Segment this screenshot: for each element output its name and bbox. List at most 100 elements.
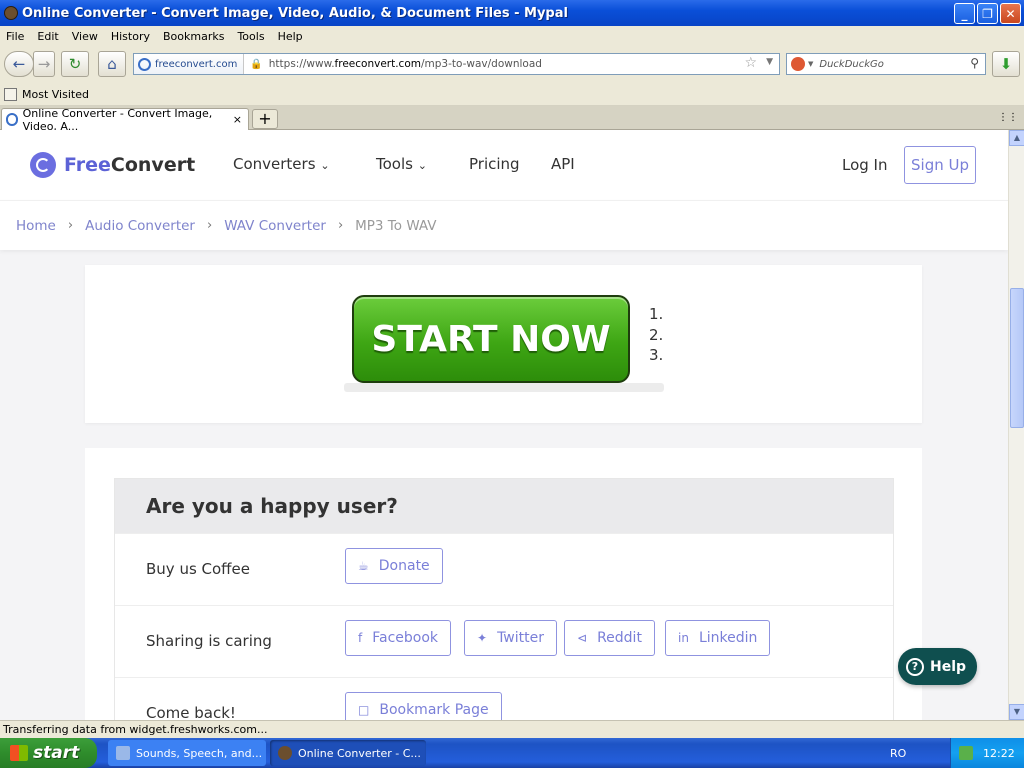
menu-tools[interactable]: Tools xyxy=(237,30,264,43)
bookmark-page-button[interactable]: □ Bookmark Page xyxy=(345,692,502,720)
start-label: start xyxy=(33,743,80,763)
list-item: 2. xyxy=(649,325,664,344)
scrollbar-thumb[interactable] xyxy=(1010,288,1024,428)
sharing-row: Sharing is caring f Facebook ✦ Twitter ⊲ Re… xyxy=(115,605,893,677)
site-identity[interactable]: freeconvert.com xyxy=(134,54,245,74)
facebook-share-button[interactable]: f Facebook xyxy=(345,620,452,656)
scroll-up-icon[interactable]: ▲ xyxy=(1009,130,1024,146)
coffee-cup-icon: ☕ xyxy=(358,559,369,573)
menu-view[interactable]: View xyxy=(72,30,98,43)
happy-user-card: Are you a happy user? Buy us Coffee ☕ Don… xyxy=(85,448,922,720)
globe-icon xyxy=(138,57,151,71)
help-widget-button[interactable]: ? Help xyxy=(898,648,977,685)
twitter-share-button[interactable]: ✦ Twitter xyxy=(464,620,557,656)
logo-text: FreeConvert xyxy=(64,154,195,176)
back-arrow-icon: ← xyxy=(12,55,26,73)
duckduckgo-icon[interactable] xyxy=(791,57,805,71)
happy-user-panel: Are you a happy user? Buy us Coffee ☕ Don… xyxy=(114,478,894,720)
url-path: /mp3-to-wav/download xyxy=(420,58,542,70)
nav-converters[interactable]: Converters ⌄ xyxy=(233,155,330,173)
menu-history[interactable]: History xyxy=(111,30,150,43)
linkedin-share-button[interactable]: in Linkedin xyxy=(665,620,771,656)
nav-api[interactable]: API xyxy=(551,155,575,173)
taskbar-item-label: Online Converter - C... xyxy=(298,746,421,760)
taskbar-item-online-converter[interactable]: Online Converter - C... xyxy=(270,740,426,766)
reload-button[interactable]: ↻ xyxy=(61,51,89,77)
share-icon: ⊲ xyxy=(577,631,588,645)
new-tab-button[interactable]: + xyxy=(252,109,278,129)
facebook-icon: f xyxy=(358,631,363,645)
nav-pricing[interactable]: Pricing xyxy=(469,155,520,173)
signup-button[interactable]: Sign Up xyxy=(904,146,976,184)
page-icon xyxy=(4,88,17,101)
language-indicator[interactable]: RO xyxy=(890,747,906,760)
freeconvert-logo-icon xyxy=(30,152,56,178)
breadcrumb-home[interactable]: Home xyxy=(16,218,56,234)
linkedin-icon: in xyxy=(678,631,689,645)
twitter-label: Twitter xyxy=(497,630,544,646)
url-prefix: https://www. xyxy=(268,58,335,70)
start-now-ad-button[interactable]: START NOW xyxy=(352,295,630,383)
menu-help[interactable]: Help xyxy=(278,30,303,43)
search-icon[interactable]: ⚲ xyxy=(970,56,979,70)
close-window-button[interactable]: ✕ xyxy=(1000,3,1021,24)
scroll-down-icon[interactable]: ▼ xyxy=(1009,704,1024,720)
login-link[interactable]: Log In xyxy=(842,156,888,174)
tab-online-converter[interactable]: Online Converter - Convert Image, Video,… xyxy=(1,107,249,133)
address-bar[interactable]: freeconvert.com 🔒 https://www.freeconver… xyxy=(133,53,780,75)
tab-strip: Online Converter - Convert Image, Video,… xyxy=(0,106,1024,133)
back-button[interactable]: ← xyxy=(4,51,34,77)
reload-icon: ↻ xyxy=(68,55,82,73)
help-label: Help xyxy=(930,658,967,675)
close-tab-icon[interactable]: × xyxy=(233,113,242,126)
clock: 12:22 xyxy=(983,746,1015,760)
minimize-button[interactable]: _ xyxy=(954,3,975,24)
donate-button[interactable]: ☕ Donate xyxy=(345,548,443,584)
home-button[interactable]: ⌂ xyxy=(98,51,126,77)
mypal-app-icon xyxy=(4,6,18,20)
taskbar-item-label: Sounds, Speech, and... xyxy=(136,746,263,760)
breadcrumb-wav-converter[interactable]: WAV Converter xyxy=(224,218,326,234)
search-placeholder: DuckDuckGo xyxy=(819,58,884,70)
forward-button[interactable]: → xyxy=(33,51,55,77)
maximize-button[interactable]: ❐ xyxy=(977,3,998,24)
windows-logo-icon xyxy=(10,745,28,761)
row-label: Sharing is caring xyxy=(146,632,272,650)
breadcrumb-audio-converter[interactable]: Audio Converter xyxy=(85,218,195,234)
start-button[interactable]: start xyxy=(0,738,97,768)
url-text: https://www.freeconvert.com/mp3-to-wav/d… xyxy=(269,58,542,70)
chevron-down-icon: ⌄ xyxy=(417,159,427,172)
status-bar: Transferring data from widget.freshworks… xyxy=(0,720,1024,738)
reddit-share-button[interactable]: ⊲ Reddit xyxy=(564,620,655,656)
search-engine-dropdown-icon[interactable]: ▼ xyxy=(808,60,813,68)
chevron-right-icon: › xyxy=(67,218,74,233)
most-visited-bookmark[interactable]: Most Visited xyxy=(22,88,89,101)
ad-card: START NOW 1. 2. 3. xyxy=(85,265,922,423)
downloads-button[interactable]: ⬇ xyxy=(992,51,1020,77)
network-icon[interactable] xyxy=(959,746,973,760)
donate-label: Donate xyxy=(378,558,430,574)
question-icon: ? xyxy=(906,657,924,676)
taskbar-item-sounds[interactable]: Sounds, Speech, and... xyxy=(108,740,266,766)
window-titlebar: Online Converter - Convert Image, Video,… xyxy=(0,0,1024,26)
site-identity-label: freeconvert.com xyxy=(155,58,238,70)
freeconvert-logo[interactable]: FreeConvert xyxy=(30,152,195,178)
menu-edit[interactable]: Edit xyxy=(37,30,58,43)
bookmark-icon: □ xyxy=(358,703,370,717)
url-dropdown-icon[interactable]: ▼ xyxy=(766,57,773,67)
search-box[interactable]: ▼ DuckDuckGo ⚲ xyxy=(786,53,986,75)
row-label: Buy us Coffee xyxy=(146,560,250,578)
nav-tools[interactable]: Tools ⌄ xyxy=(376,155,427,173)
tab-list-icon[interactable]: ⋮⋮ xyxy=(998,112,1018,123)
come-back-row: Come back! □ Bookmark Page xyxy=(115,677,893,720)
page-scrollbar[interactable]: ▲ ▼ xyxy=(1008,130,1024,720)
url-domain: freeconvert.com xyxy=(334,58,421,70)
bookmark-star-icon[interactable]: ☆ xyxy=(744,55,757,71)
facebook-label: Facebook xyxy=(372,630,439,646)
chevron-right-icon: › xyxy=(337,218,344,233)
list-item: 3. xyxy=(649,346,664,364)
menu-bookmarks[interactable]: Bookmarks xyxy=(163,30,224,43)
navigation-toolbar: ← → ↻ ⌂ freeconvert.com 🔒 https://www.fr… xyxy=(0,46,1024,84)
menu-file[interactable]: File xyxy=(6,30,24,43)
bookmark-page-label: Bookmark Page xyxy=(379,702,489,718)
